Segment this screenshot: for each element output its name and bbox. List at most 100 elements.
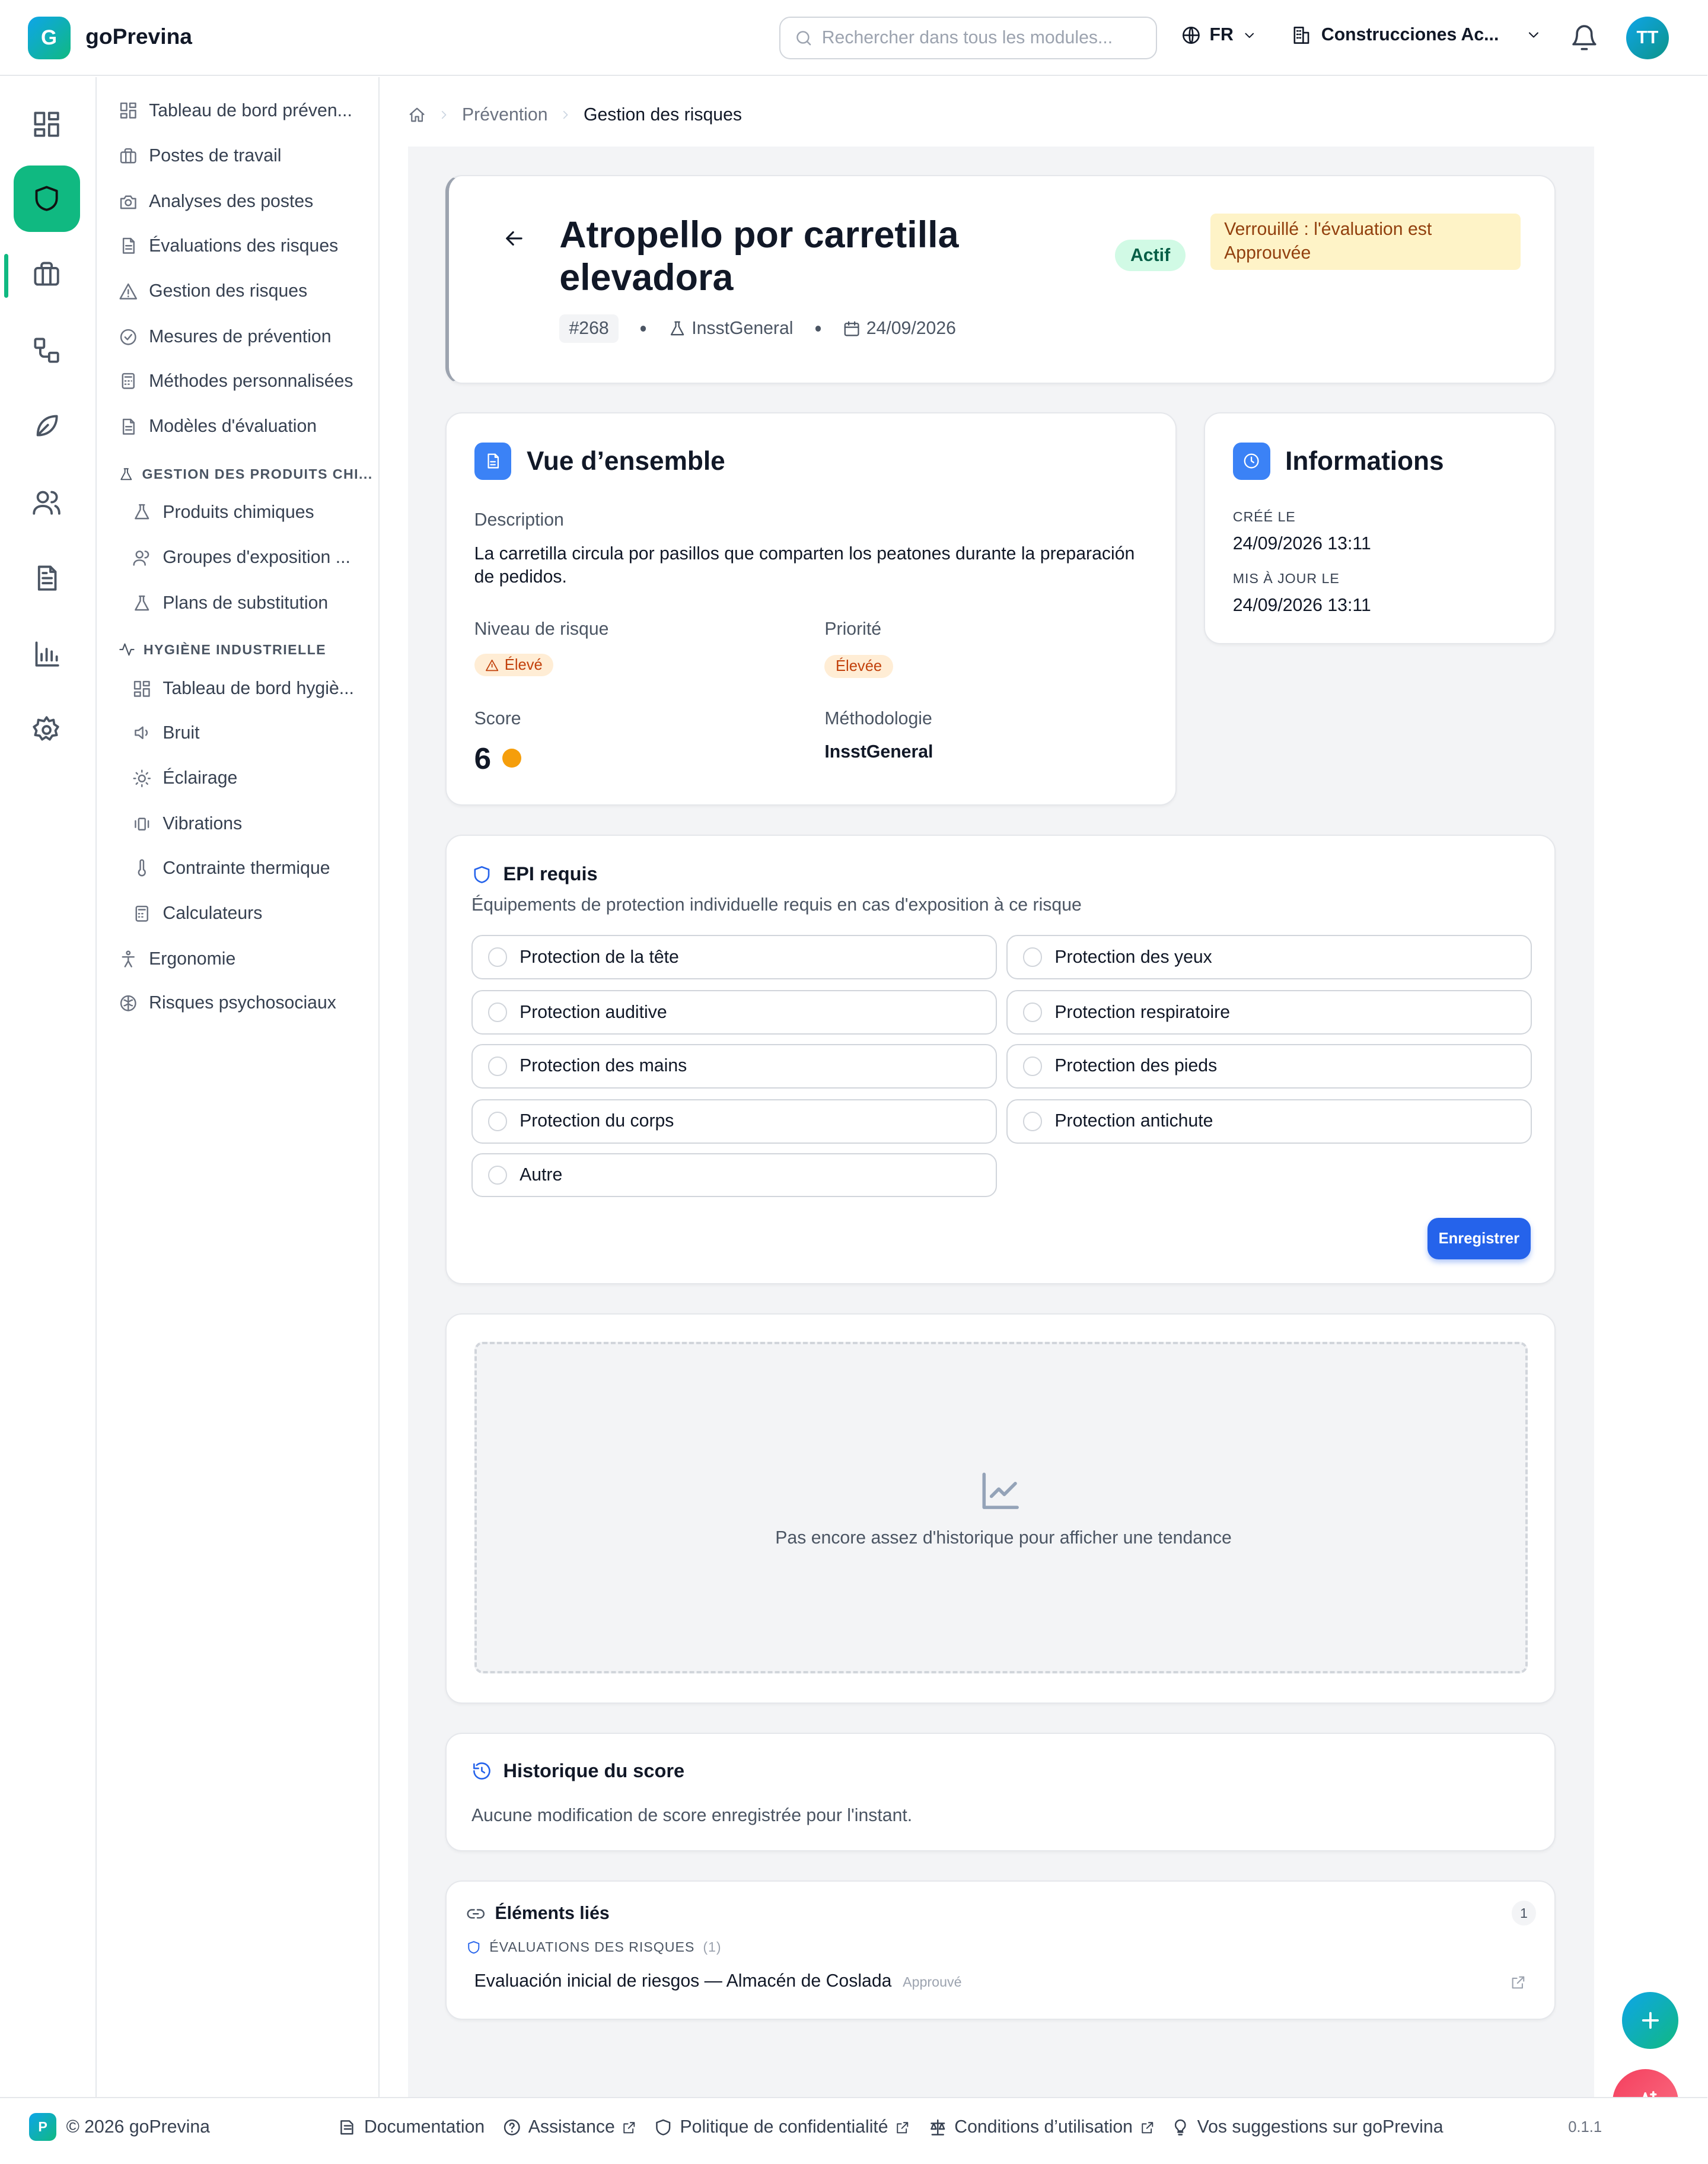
sidebar-item-workstation-analyses[interactable]: Analyses des postes — [119, 192, 313, 212]
linked-item[interactable]: Evaluación inicial de riesgos — Almacén … — [474, 1971, 962, 1991]
radio-button[interactable] — [487, 1056, 508, 1076]
rail-dashboard[interactable] — [14, 91, 80, 157]
sidebar-item-vibrations[interactable]: Vibrations — [132, 814, 242, 834]
linked-item-title[interactable]: Evaluación inicial de riesgos — Almacén … — [474, 1971, 892, 1991]
footer-terms[interactable]: Conditions d’utilisation — [954, 2117, 1133, 2137]
sidebar-item-label: Ergonomie — [149, 949, 236, 969]
linked-group-count: (1) — [703, 1939, 722, 1955]
footer-documentation-link[interactable]: Documentation — [338, 2117, 485, 2137]
ppe-option-hands[interactable]: Protection des mains — [471, 1044, 998, 1089]
sidebar-item-assessment-templates[interactable]: Modèles d'évaluation — [119, 416, 317, 437]
ppe-option-eyes[interactable]: Protection des yeux — [1006, 935, 1532, 979]
sidebar-item-label: Calculateurs — [162, 903, 263, 924]
radio-button[interactable] — [1022, 1112, 1043, 1131]
linked-items-title: Éléments liés — [495, 1903, 610, 1923]
sidebar-item-prevention-measures[interactable]: Mesures de prévention — [119, 327, 332, 347]
sidebar-item-substitution-plans[interactable]: Plans de substitution — [132, 593, 328, 613]
language-selector[interactable]: FR — [1181, 25, 1257, 46]
sidebar-item-label: Postes de travail — [149, 146, 282, 166]
global-search[interactable] — [779, 16, 1158, 59]
calculator-icon — [122, 373, 135, 389]
footer-terms-link[interactable]: Conditions d’utilisation — [928, 2117, 1155, 2137]
user-avatar[interactable]: TT — [1626, 16, 1669, 59]
rail-workflow[interactable] — [14, 317, 80, 384]
ppe-option-head[interactable]: Protection de la tête — [471, 935, 998, 979]
save-button[interactable]: Enregistrer — [1427, 1218, 1531, 1259]
flask-icon — [120, 467, 132, 480]
ppe-option-other[interactable]: Autre — [471, 1153, 998, 1198]
footer-privacy[interactable]: Politique de confidentialité — [680, 2117, 888, 2137]
section-chemical-products[interactable]: GESTION DES PRODUITS CHI... — [119, 466, 373, 482]
sidebar-item-prevention-dashboard[interactable]: Tableau de bord préven... — [119, 101, 352, 121]
sidebar-item-thermal-stress[interactable]: Contrainte thermique — [132, 858, 330, 879]
sidebar-item-risk-management[interactable]: Gestion des risques — [119, 281, 307, 301]
score-history-empty: Aucune modification de score enregistrée… — [471, 1805, 913, 1825]
rail-users[interactable] — [14, 469, 80, 536]
sidebar-item-workstations[interactable]: Postes de travail — [119, 146, 282, 166]
footer-privacy-link[interactable]: Politique de confidentialité — [654, 2117, 910, 2137]
chevron-right-icon — [563, 111, 568, 119]
search-input[interactable] — [821, 27, 1139, 48]
radio-button[interactable] — [487, 1112, 508, 1131]
sidebar-item-noise[interactable]: Bruit — [132, 723, 200, 743]
sidebar-item-lighting[interactable]: Éclairage — [132, 768, 237, 788]
history-icon — [473, 1762, 490, 1780]
footer-logo: P — [28, 2113, 57, 2141]
rail-settings[interactable] — [14, 696, 80, 763]
sidebar-item-custom-methods[interactable]: Méthodes personnalisées — [119, 371, 353, 392]
radio-button[interactable] — [487, 1003, 508, 1022]
external-link-icon[interactable] — [1510, 1974, 1527, 1991]
breadcrumb-parent[interactable]: Prévention — [462, 105, 547, 125]
sidebar-item-psychosocial[interactable]: Risques psychosociaux — [119, 993, 336, 1013]
notifications-button[interactable] — [1570, 24, 1599, 53]
ppe-option-hearing[interactable]: Protection auditive — [471, 990, 998, 1035]
radio-button[interactable] — [1022, 947, 1043, 967]
overview-title: Vue d’ensemble — [527, 446, 725, 476]
app-logo[interactable]: G — [27, 16, 71, 59]
home-icon[interactable] — [408, 106, 426, 124]
breadcrumb-current: Gestion des risques — [583, 104, 743, 125]
ppe-option-label: Protection des yeux — [1054, 947, 1212, 967]
footer-suggestions[interactable]: Vos suggestions sur goPrevina — [1197, 2117, 1443, 2137]
ppe-option-fall[interactable]: Protection antichute — [1006, 1099, 1532, 1144]
rail-workstations[interactable] — [14, 241, 80, 308]
linked-items-heading: Éléments liés — [466, 1904, 610, 1924]
footer-suggestions-link[interactable]: Vos suggestions sur goPrevina — [1171, 2117, 1443, 2137]
trend-card: Pas encore assez d'historique pour affic… — [445, 1313, 1556, 1704]
rail-environment[interactable] — [14, 393, 80, 460]
chevron-down-icon — [1245, 33, 1254, 38]
back-button[interactable] — [502, 226, 527, 251]
organization-selector[interactable]: Construcciones Ac... — [1291, 25, 1542, 46]
created-label: CRÉÉ LE — [1232, 508, 1296, 524]
sidebar-item-chemical-products[interactable]: Produits chimiques — [132, 502, 314, 523]
radio-button[interactable] — [487, 1165, 508, 1185]
footer-assistance[interactable]: Assistance — [528, 2117, 615, 2137]
search-icon — [796, 30, 811, 46]
radio-button[interactable] — [487, 947, 508, 967]
sidebar-item-risk-assessments[interactable]: Évaluations des risques — [119, 236, 338, 256]
rail-prevention[interactable] — [14, 166, 80, 232]
rail-reports[interactable] — [14, 621, 80, 688]
footer-assistance-link[interactable]: Assistance — [502, 2117, 638, 2137]
section-industrial-hygiene[interactable]: HYGIÈNE INDUSTRIELLE — [119, 641, 326, 658]
radio-button[interactable] — [1022, 1056, 1043, 1076]
document-icon — [122, 418, 135, 435]
add-fab-button[interactable] — [1621, 1992, 1679, 2049]
briefcase-icon — [34, 262, 60, 286]
sidebar-item-exposure-groups[interactable]: Groupes d'exposition ... — [132, 548, 350, 568]
sidebar-item-hygiene-dashboard[interactable]: Tableau de bord hygiè... — [132, 679, 354, 699]
ppe-option-respiratory[interactable]: Protection respiratoire — [1006, 990, 1532, 1035]
flask-icon — [135, 504, 149, 520]
arrow-left-icon — [505, 231, 522, 246]
sidebar-item-calculators[interactable]: Calculateurs — [132, 903, 262, 924]
radio-button[interactable] — [1022, 1003, 1043, 1022]
ppe-option-body[interactable]: Protection du corps — [471, 1099, 998, 1144]
document-icon — [122, 238, 135, 254]
score-history-heading: Historique du score — [471, 1760, 684, 1782]
sidebar-item-ergonomics[interactable]: Ergonomie — [119, 949, 235, 969]
bar-chart-icon — [36, 641, 60, 667]
external-link-icon — [897, 2121, 909, 2133]
ppe-option-feet[interactable]: Protection des pieds — [1006, 1044, 1532, 1089]
footer-documentation[interactable]: Documentation — [364, 2117, 485, 2137]
rail-documents[interactable] — [14, 545, 80, 612]
